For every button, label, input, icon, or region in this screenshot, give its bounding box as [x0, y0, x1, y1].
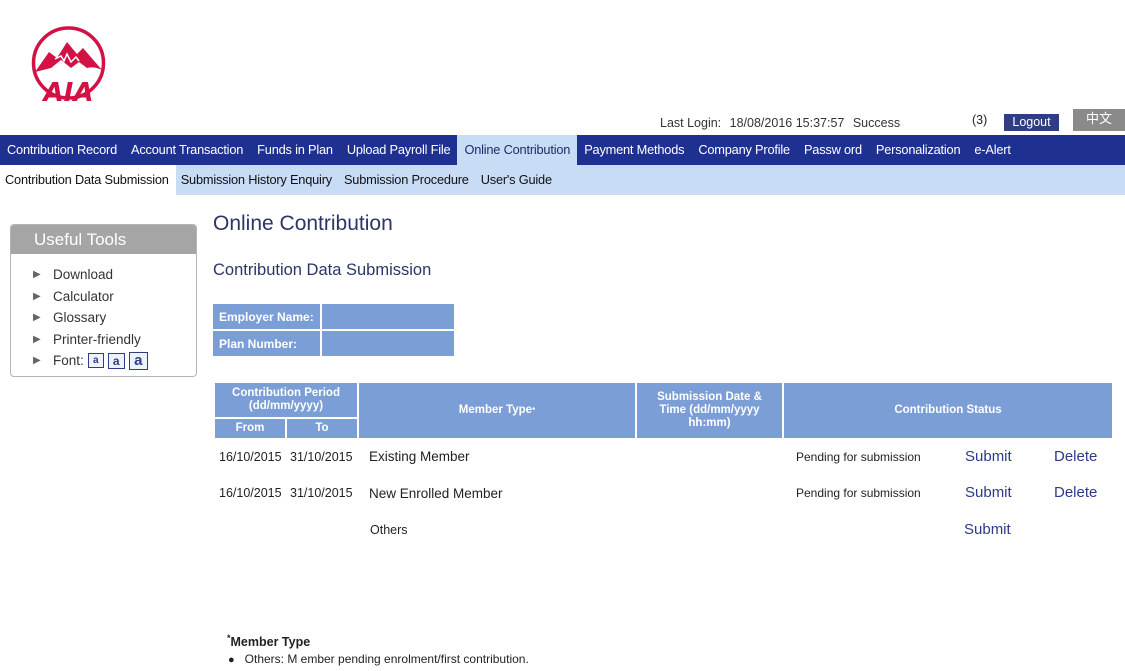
tool-label[interactable]: Download: [53, 264, 113, 286]
last-login-info: Last Login: 18/08/2016 15:37:57 Success: [660, 116, 905, 130]
member-type-header-label: Member Type: [458, 404, 533, 416]
triangle-right-icon: ▶: [33, 333, 41, 345]
nav-company-profile[interactable]: Company Profile: [691, 135, 797, 165]
row3-submit-link[interactable]: Submit: [964, 521, 1011, 538]
logo-wordmark: AIA: [42, 78, 94, 104]
message-count[interactable]: (3): [972, 113, 987, 127]
row2-delete-link[interactable]: Delete: [1054, 484, 1097, 501]
plan-number-label: Plan Number:: [213, 331, 320, 356]
employer-info-table: Employer Name: Plan Number:: [213, 302, 454, 358]
plan-number-value: [320, 331, 454, 356]
row1-status: Pending for submission: [796, 450, 921, 464]
sub-nav: Contribution Data Submission Submission …: [0, 165, 1125, 195]
last-login-label: Last Login:: [660, 116, 722, 130]
header-member-type: Member Type *: [359, 383, 635, 438]
employer-name-label: Employer Name:: [213, 304, 320, 329]
main-nav: Contribution Record Account Transaction …: [0, 135, 1125, 165]
tool-label[interactable]: Glossary: [53, 307, 106, 329]
triangle-right-icon: ▶: [33, 290, 41, 302]
member-type-note-item: ● Others: M ember pending enrolment/first…: [228, 652, 529, 666]
nav-upload-payroll-file[interactable]: Upload Payroll File: [340, 135, 458, 165]
header-submission-date: Submission Date & Time (dd/mm/yyyy hh:mm…: [637, 383, 782, 438]
row3-member-type: Others: [370, 523, 408, 537]
header-from: From: [215, 419, 285, 438]
row1-delete-link[interactable]: Delete: [1054, 448, 1097, 465]
bullet-icon: ●: [228, 654, 235, 666]
tool-font-size: ▶ Font: a a a: [33, 350, 196, 372]
row2-submit-link[interactable]: Submit: [965, 484, 1012, 501]
nav-funds-in-plan[interactable]: Funds in Plan: [250, 135, 340, 165]
row2-status: Pending for submission: [796, 486, 921, 500]
row1-submit-link[interactable]: Submit: [965, 448, 1012, 465]
triangle-right-icon: ▶: [33, 312, 41, 323]
last-login-value: 18/08/2016 15:37:57: [729, 116, 845, 130]
tool-glossary[interactable]: ▶ Glossary: [33, 307, 196, 329]
row2-member-type: New Enrolled Member: [369, 486, 503, 501]
font-large-button[interactable]: a: [128, 351, 148, 370]
nav-password[interactable]: Passw ord: [797, 135, 869, 165]
font-small-button[interactable]: a: [87, 353, 104, 369]
aia-logo: AIA: [31, 26, 106, 104]
header-to: To: [287, 419, 357, 438]
nav-payment-methods[interactable]: Payment Methods: [577, 135, 691, 165]
triangle-right-icon: ▶: [33, 355, 41, 366]
useful-tools-title: Useful Tools: [11, 225, 196, 254]
section-title: Contribution Data Submission: [213, 261, 432, 279]
logout-button[interactable]: Logout: [1004, 114, 1059, 131]
nav-online-contribution[interactable]: Online Contribution: [457, 135, 578, 165]
tool-download[interactable]: ▶ Download: [33, 264, 196, 286]
nav-e-alert[interactable]: e-Alert: [967, 135, 1017, 165]
footnote-mark: *: [532, 406, 536, 415]
font-label: Font:: [53, 353, 84, 368]
font-medium-button[interactable]: a: [107, 352, 125, 369]
nav-account-transaction[interactable]: Account Transaction: [124, 135, 250, 165]
tool-printer-friendly[interactable]: ▶ Printer-friendly: [33, 329, 196, 351]
nav-personalization[interactable]: Personalization: [869, 135, 968, 165]
subnav-submission-history-enquiry[interactable]: Submission History Enquiry: [176, 165, 339, 195]
useful-tools-panel: Useful Tools ▶ Download ▶ Calculator ▶ G…: [10, 224, 197, 377]
page-title: Online Contribution: [213, 212, 393, 235]
member-type-note-title: *Member Type: [227, 633, 310, 649]
login-status: Success: [852, 116, 901, 130]
note-title-text: Member Type: [230, 635, 311, 650]
row2-from: 16/10/2015: [219, 486, 282, 500]
row1-to: 31/10/2015: [290, 450, 353, 464]
subnav-users-guide[interactable]: User's Guide: [476, 165, 559, 195]
row1-from: 16/10/2015: [219, 450, 282, 464]
triangle-right-icon: ▶: [33, 269, 41, 280]
nav-contribution-record[interactable]: Contribution Record: [0, 135, 124, 165]
header-contribution-period: Contribution Period (dd/mm/yyyy): [215, 383, 357, 417]
tool-calculator[interactable]: ▶ Calculator: [33, 286, 196, 308]
tool-label[interactable]: Printer-friendly: [53, 329, 141, 351]
header-contribution-status: Contribution Status: [784, 383, 1112, 438]
subnav-submission-procedure[interactable]: Submission Procedure: [339, 165, 476, 195]
language-toggle-button[interactable]: 中文: [1073, 109, 1125, 131]
row2-to: 31/10/2015: [290, 486, 353, 500]
note-text: Others: M ember pending enrolment/first …: [244, 652, 529, 666]
employer-name-value: [320, 304, 454, 329]
tool-label[interactable]: Calculator: [53, 286, 114, 308]
row1-member-type: Existing Member: [369, 449, 470, 464]
subnav-contribution-data-submission[interactable]: Contribution Data Submission: [0, 165, 176, 195]
